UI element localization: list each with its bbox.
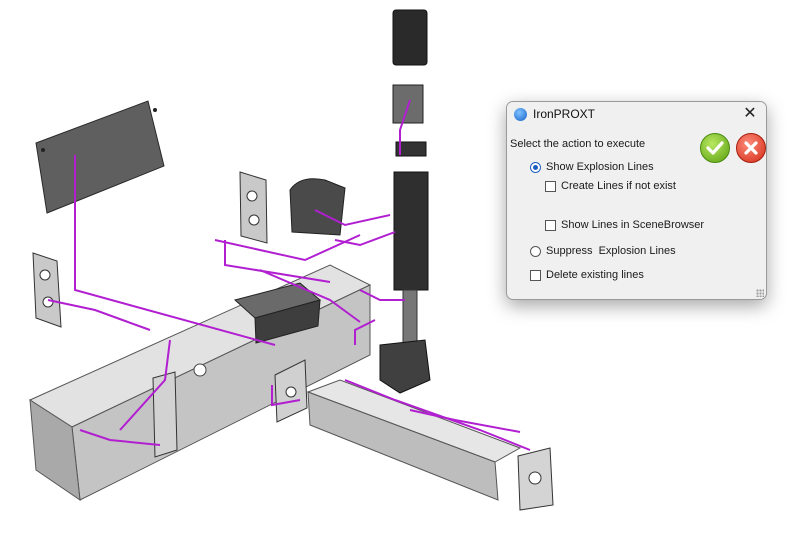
app-icon	[514, 108, 527, 121]
ironproxt-dialog: IronPROXT ✕ Select the action to execute…	[506, 101, 767, 300]
mid-bracket-plate[interactable]	[239, 171, 268, 244]
right-end-plate[interactable]	[517, 447, 554, 511]
delete-existing-lines-label: Delete existing lines	[546, 269, 644, 281]
create-lines-label: Create Lines if not exist	[561, 180, 676, 192]
checkbox-box[interactable]	[530, 269, 541, 281]
dialog-titlebar[interactable]: IronPROXT ✕	[507, 102, 766, 128]
left-bracket-plate[interactable]	[32, 252, 62, 328]
show-in-scenebrowser-label: Show Lines in SceneBrowser	[561, 219, 705, 231]
checkbox-box[interactable]	[545, 219, 556, 231]
actuator-foot[interactable]	[379, 339, 431, 394]
red-x-icon	[744, 141, 758, 155]
radio-indicator[interactable]	[530, 161, 541, 173]
ok-button[interactable]	[700, 133, 730, 163]
radio-indicator[interactable]	[530, 245, 541, 257]
dialog-title: IronPROXT	[533, 107, 596, 121]
vertical-actuator[interactable]	[393, 171, 429, 351]
cancel-button[interactable]	[736, 133, 766, 163]
green-check-icon	[706, 141, 724, 155]
prompt-text: Select the action to execute	[510, 138, 646, 150]
show-in-scenebrowser-checkbox[interactable]: Show Lines in SceneBrowser	[545, 219, 704, 231]
curved-block[interactable]	[289, 178, 346, 236]
checkbox-box[interactable]	[545, 180, 556, 192]
right-beam[interactable]	[306, 379, 522, 501]
delete-existing-lines-checkbox[interactable]: Delete existing lines	[530, 269, 644, 281]
resize-grip[interactable]	[756, 289, 764, 297]
create-lines-checkbox[interactable]: Create Lines if not exist	[545, 180, 676, 192]
cover-plate[interactable]	[35, 100, 165, 214]
show-explosion-lines-label: Show Explosion Lines	[546, 161, 654, 173]
close-icon[interactable]: ✕	[740, 104, 760, 124]
motor[interactable]	[392, 9, 428, 157]
suppress-explosion-lines-label: Suppress Explosion Lines	[546, 245, 676, 257]
suppress-explosion-lines-radio[interactable]: Suppress Explosion Lines	[530, 245, 676, 257]
show-explosion-lines-radio[interactable]: Show Explosion Lines	[530, 161, 654, 173]
